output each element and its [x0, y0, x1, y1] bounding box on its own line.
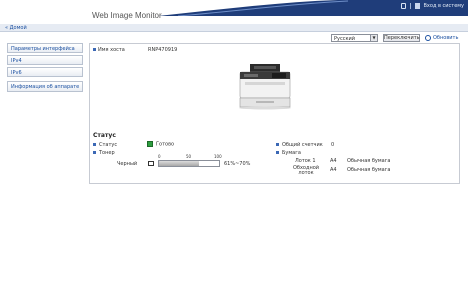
- toner-level-bar: [158, 160, 220, 167]
- counter-value: 0: [331, 142, 335, 148]
- bullet-icon: [93, 143, 96, 146]
- tray-paper-type: Обычная бумага: [347, 167, 391, 173]
- toner-cartridge-icon: [148, 161, 154, 166]
- login-link[interactable]: Вход в систему: [424, 3, 465, 9]
- user-icon[interactable]: [400, 3, 406, 9]
- top-bar: Web Image Monitor Вход в систему: [0, 0, 468, 24]
- toner-label: Тонер: [99, 150, 115, 156]
- toner-level-fill: [159, 161, 199, 166]
- toner-color-label: Черный: [117, 161, 138, 167]
- tray-size: A4: [330, 167, 337, 173]
- bullet-icon: [93, 48, 96, 51]
- sidebar-item-interface-settings[interactable]: Параметры интерфейса: [7, 43, 83, 53]
- login-icon[interactable]: [414, 3, 420, 9]
- printer-image: [239, 64, 291, 110]
- language-select-value: Русский: [334, 36, 355, 42]
- sidebar-item-device-info[interactable]: Информация об аппарате: [7, 81, 83, 92]
- host-name-label: Имя хоста: [98, 47, 125, 53]
- toner-scale-max: 100: [214, 154, 222, 159]
- refresh-label[interactable]: Обновить: [433, 35, 458, 41]
- refresh-button[interactable]: Обновить: [425, 34, 458, 42]
- status-value: Готово: [156, 141, 175, 148]
- counter-label: Общий счетчик: [282, 142, 323, 148]
- paper-label: Бумага: [282, 150, 301, 156]
- tray-paper-type: Обычная бумага: [347, 158, 391, 164]
- sidebar: Параметры интерфейса IPv4 IPv6 Информаци…: [7, 43, 83, 94]
- switch-language-button[interactable]: Переключить: [383, 34, 420, 42]
- toner-level-text: 61%~70%: [224, 161, 251, 167]
- bullet-icon: [276, 143, 279, 146]
- device-status-panel: Имя хоста RNP470919 Статус Статус Готово…: [89, 43, 460, 184]
- divider: [409, 3, 411, 9]
- status-row: Статус: [93, 142, 117, 148]
- status-section-title: Статус: [93, 132, 116, 139]
- app-title: Web Image Monitor: [92, 11, 162, 20]
- breadcrumb-home-link[interactable]: « Домой: [5, 25, 27, 31]
- tray-name: Лоток 1: [295, 158, 316, 164]
- toner-row: Тонер: [93, 150, 115, 156]
- sidebar-item-ipv4[interactable]: IPv4: [7, 55, 83, 65]
- ready-icon: [147, 141, 153, 147]
- paper-row: Бумага: [276, 150, 301, 156]
- top-right-tools: Вход в систему: [400, 3, 465, 9]
- breadcrumb-bar: « Домой: [0, 24, 468, 32]
- toner-scale-min: 0: [158, 154, 161, 159]
- counter-row: Общий счетчик: [276, 142, 323, 148]
- chevron-down-icon[interactable]: ▼: [370, 35, 377, 41]
- toner-scale-mid: 50: [186, 154, 192, 159]
- bullet-icon: [93, 151, 96, 154]
- host-name-value: RNP470919: [148, 47, 178, 53]
- tray-size: A4: [330, 158, 337, 164]
- sidebar-item-ipv6[interactable]: IPv6: [7, 67, 83, 77]
- bullet-icon: [276, 151, 279, 154]
- status-value-row: Готово: [147, 141, 174, 148]
- status-label: Статус: [99, 142, 118, 148]
- refresh-icon[interactable]: [425, 35, 431, 41]
- language-select[interactable]: Русский ▼: [331, 34, 378, 42]
- tray-name: Обходной лоток: [292, 165, 320, 176]
